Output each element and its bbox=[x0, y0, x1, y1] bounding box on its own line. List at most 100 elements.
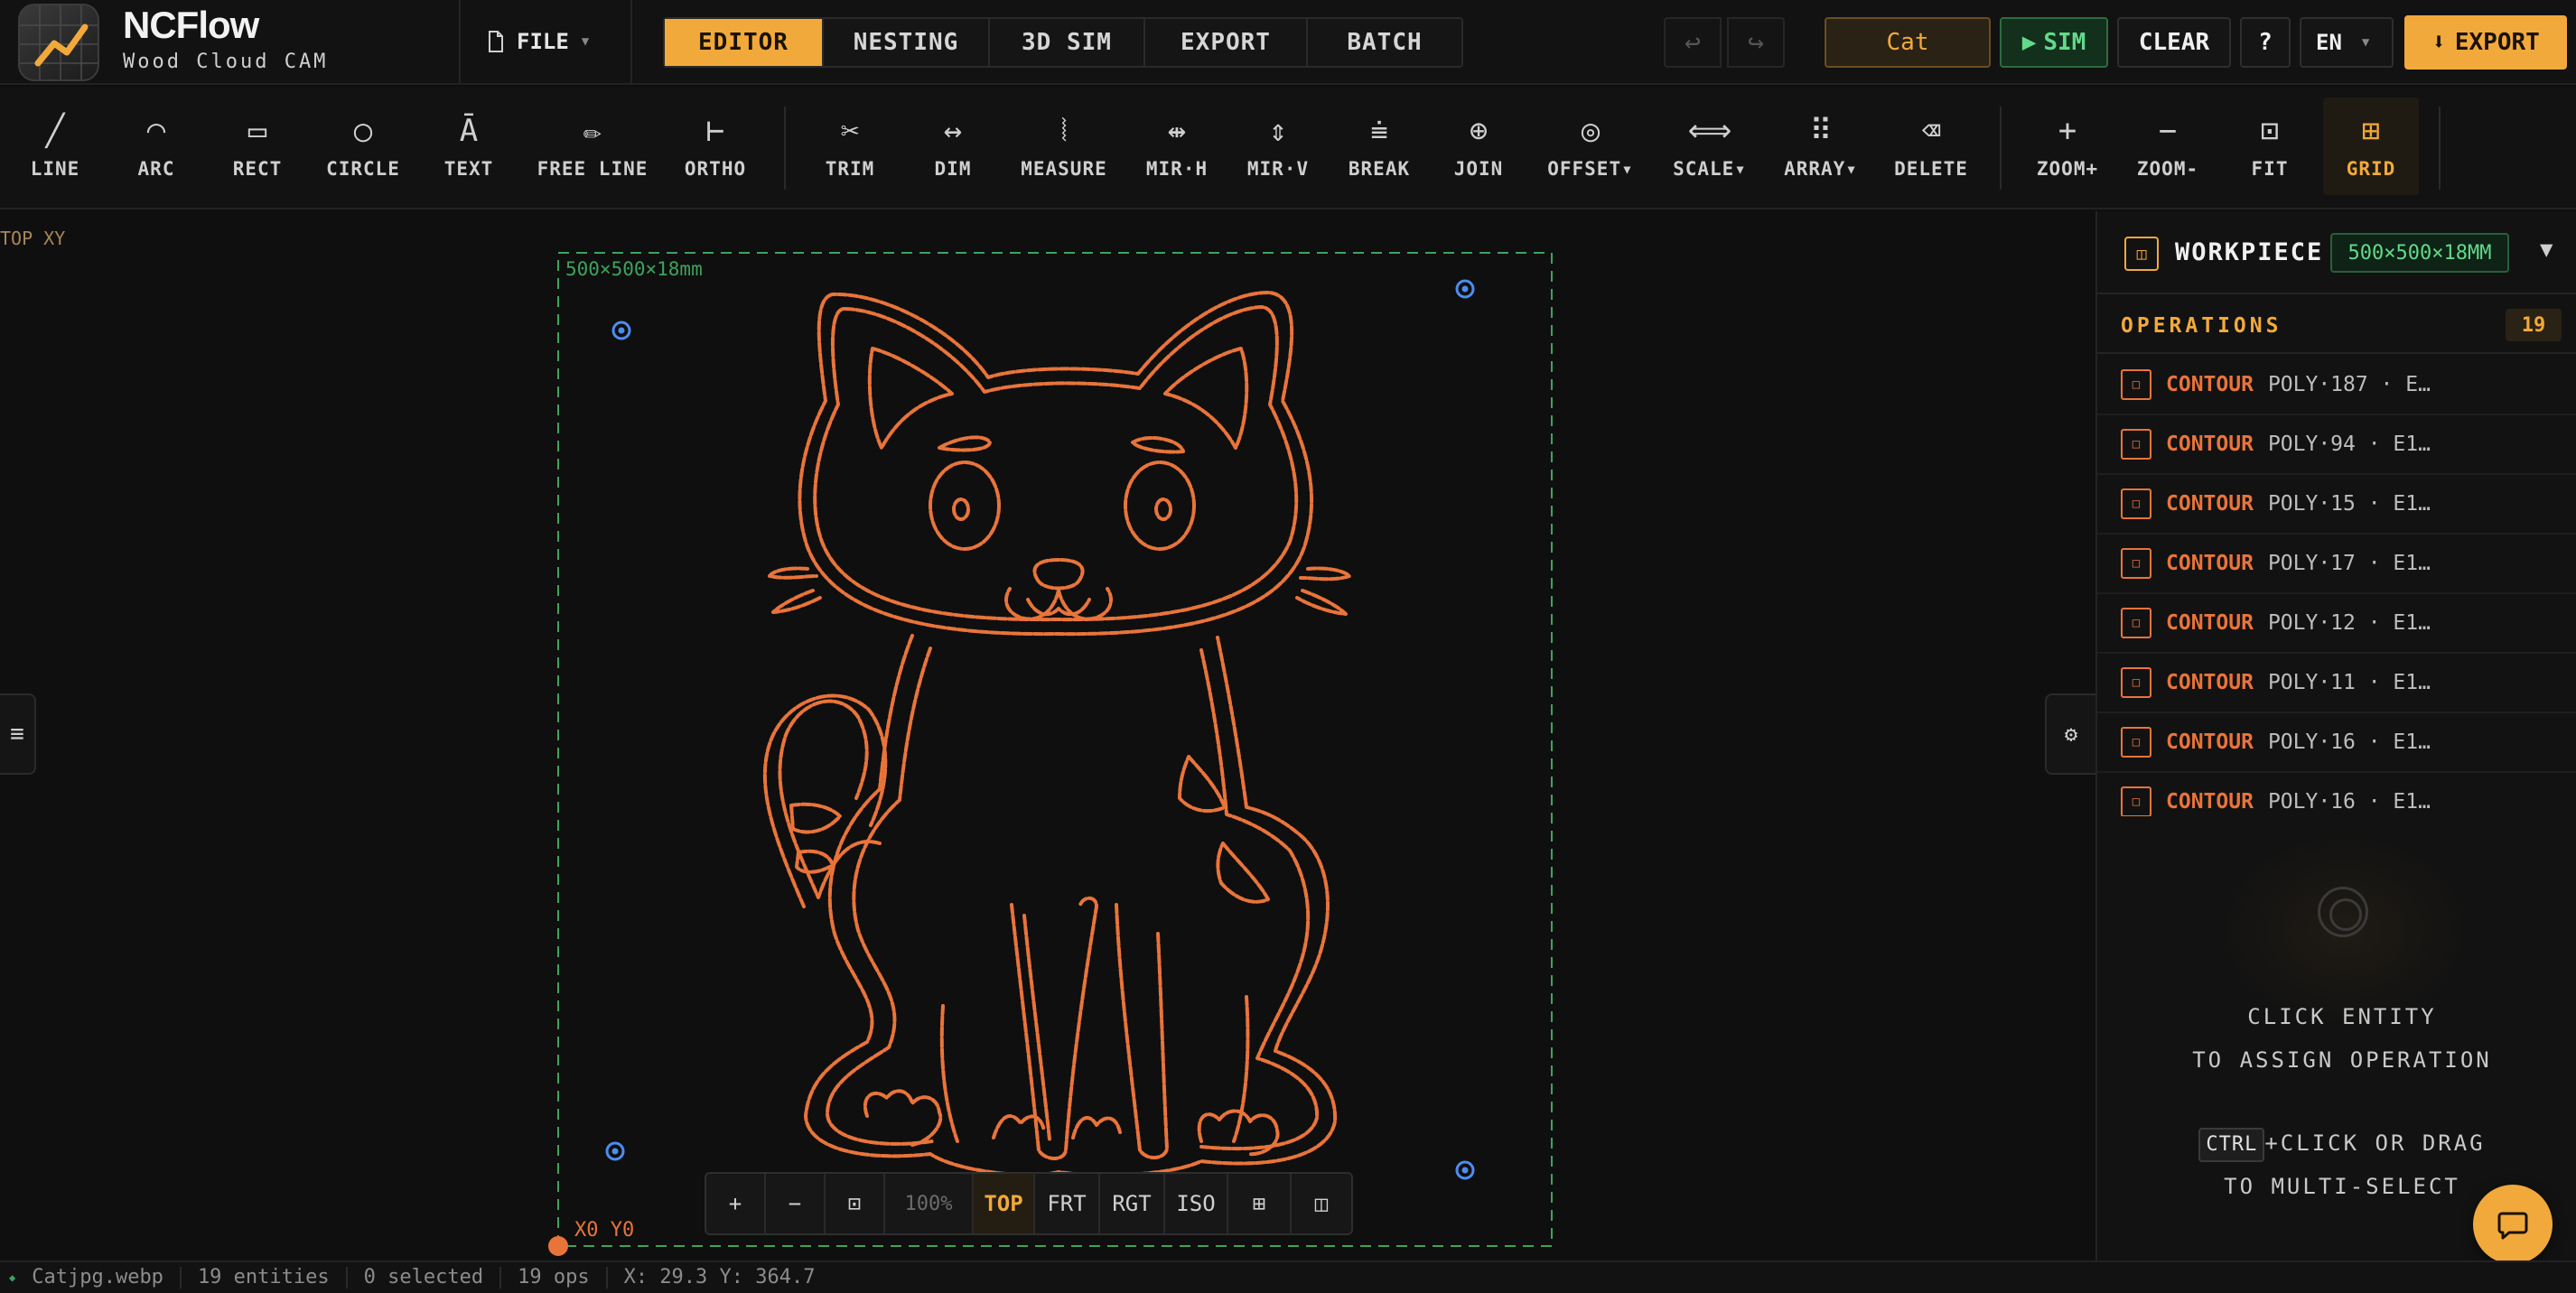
cat-contours bbox=[762, 291, 1351, 1177]
status-indicator-icon: ◆ bbox=[9, 1271, 16, 1284]
tool-dim[interactable]: ↔ DIM bbox=[916, 98, 990, 195]
tool-scale[interactable]: ⟺ SCALE▾ bbox=[1662, 98, 1758, 195]
tool-break[interactable]: ⩧ BREAK bbox=[1340, 98, 1418, 195]
chat-icon bbox=[2497, 1212, 2528, 1240]
contour-icon: □ bbox=[2121, 369, 2151, 400]
fit-icon: ⊡ bbox=[2260, 113, 2280, 149]
contour-icon: □ bbox=[2121, 786, 2151, 816]
tool-measure[interactable]: ⦚ MEASURE bbox=[1015, 98, 1113, 195]
right-panel-toggle[interactable]: ⚙ bbox=[2045, 693, 2095, 775]
tool-mirror-h[interactable]: ⇹ MIR·H bbox=[1138, 98, 1216, 195]
viewbar-zoom-out-button[interactable]: − bbox=[766, 1174, 826, 1233]
origin-marker bbox=[548, 1236, 568, 1256]
zoom-level: 100% bbox=[885, 1174, 974, 1233]
file-menu[interactable]: FILE ▼ bbox=[488, 23, 589, 60]
chevron-down-icon: ▼ bbox=[581, 34, 590, 49]
export-label: EXPORT bbox=[2454, 29, 2540, 56]
gear-icon: ⚙ bbox=[2064, 721, 2078, 747]
app-name: NCFlow bbox=[123, 4, 259, 46]
workpiece-size-badge: 500×500×18MM bbox=[2330, 233, 2509, 273]
tool-circle[interactable]: ○ CIRCLE bbox=[318, 98, 408, 195]
operation-item[interactable]: □ CONTOUR POLY·16 · E1… bbox=[2097, 773, 2576, 816]
drawing-canvas[interactable]: TOP XY 500×500×18mm X0 Y0 ≡ ⚙ + − ⊡ 100%… bbox=[0, 211, 2095, 1260]
tab-export[interactable]: EXPORT bbox=[1145, 19, 1308, 66]
view-top-button[interactable]: TOP bbox=[974, 1174, 1035, 1233]
operations-count-badge: 19 bbox=[2506, 309, 2562, 341]
tab-batch[interactable]: BATCH bbox=[1308, 19, 1461, 66]
clear-button[interactable]: CLEAR bbox=[2117, 17, 2231, 68]
join-icon: ⊕ bbox=[1469, 113, 1489, 149]
workpiece-dimensions-label: 500×500×18mm bbox=[565, 258, 703, 280]
tool-free-line[interactable]: ✏ FREE LINE bbox=[533, 98, 652, 195]
viewbar-fit-button[interactable]: ⊡ bbox=[826, 1174, 885, 1233]
tool-array[interactable]: ⠿ ARRAY▾ bbox=[1774, 98, 1868, 195]
tool-arc[interactable]: ◠ ARC bbox=[119, 98, 193, 195]
tool-rect[interactable]: ▭ RECT bbox=[220, 98, 294, 195]
canvas-drawing bbox=[548, 252, 1553, 1256]
tool-zoom-out[interactable]: − ZOOM- bbox=[2126, 98, 2209, 195]
project-name-field[interactable]: Cat bbox=[1825, 17, 1991, 68]
viewbar-panel-button[interactable]: ◫ bbox=[1292, 1174, 1351, 1233]
ctrl-key: CTRL bbox=[2198, 1128, 2265, 1162]
tool-fit[interactable]: ⊡ FIT bbox=[2233, 98, 2307, 195]
operations-header: OPERATIONS 19 bbox=[2097, 296, 2576, 354]
tool-ortho[interactable]: ⊢ ORTHO bbox=[674, 98, 757, 195]
export-button[interactable]: ⬇ EXPORT bbox=[2404, 15, 2567, 70]
tab-nesting[interactable]: NESTING bbox=[824, 19, 990, 66]
operation-item[interactable]: □ CONTOUR POLY·11 · E1… bbox=[2097, 654, 2576, 713]
workpiece-row[interactable]: ◫ WORKPIECE 500×500×18MM ▼ bbox=[2097, 211, 2576, 294]
offset-icon: ◎ bbox=[1581, 113, 1601, 149]
toolbar-divider bbox=[2439, 107, 2441, 190]
minus-icon: − bbox=[788, 1191, 802, 1216]
play-icon: ▶ bbox=[2021, 29, 2037, 56]
operation-item[interactable]: □ CONTOUR POLY·15 · E1… bbox=[2097, 475, 2576, 535]
contour-icon: □ bbox=[2121, 429, 2151, 460]
viewbar-grid-button[interactable]: ⊞ bbox=[1228, 1174, 1292, 1233]
operation-item[interactable]: □ CONTOUR POLY·16 · E1… bbox=[2097, 713, 2576, 773]
operation-item[interactable]: □ CONTOUR POLY·17 · E1… bbox=[2097, 535, 2576, 594]
help-button[interactable]: ? bbox=[2240, 17, 2291, 68]
arc-icon: ◠ bbox=[146, 113, 166, 149]
origin-label: X0 Y0 bbox=[574, 1219, 635, 1242]
tool-join[interactable]: ⊕ JOIN bbox=[1442, 98, 1516, 195]
tool-line[interactable]: ╱ LINE bbox=[18, 98, 92, 195]
tool-mirror-v[interactable]: ⇕ MIR·V bbox=[1239, 98, 1317, 195]
undo-button[interactable]: ↩ bbox=[1664, 17, 1722, 68]
tool-text[interactable]: Ā TEXT bbox=[430, 98, 508, 195]
collapse-toggle-icon[interactable]: ▼ bbox=[2540, 237, 2553, 262]
rectangle-icon: ▭ bbox=[247, 113, 267, 149]
view-iso-button[interactable]: ISO bbox=[1165, 1174, 1228, 1233]
operations-panel: ◫ WORKPIECE 500×500×18MM ▼ OPERATIONS 19… bbox=[2095, 211, 2576, 1260]
target-icon bbox=[2318, 887, 2368, 937]
redo-button[interactable]: ↪ bbox=[1727, 17, 1785, 68]
contour-icon: □ bbox=[2121, 667, 2151, 698]
download-icon: ⬇ bbox=[2431, 29, 2446, 56]
line-icon: ╱ bbox=[45, 113, 65, 149]
view-right-button[interactable]: RGT bbox=[1100, 1174, 1165, 1233]
chat-button[interactable] bbox=[2473, 1185, 2553, 1264]
split-panel-icon: ◫ bbox=[1314, 1191, 1329, 1216]
file-menu-label: FILE bbox=[517, 29, 569, 54]
tool-zoom-in[interactable]: + ZOOM+ bbox=[2025, 98, 2110, 195]
contour-icon: □ bbox=[2121, 727, 2151, 758]
file-icon bbox=[489, 31, 503, 52]
operation-item[interactable]: □ CONTOUR POLY·187 · E… bbox=[2097, 356, 2576, 415]
top-bar: NCFlow Wood Cloud CAM FILE ▼ EDITOR NEST… bbox=[0, 0, 2576, 85]
view-front-button[interactable]: FRT bbox=[1035, 1174, 1100, 1233]
sim-button[interactable]: ▶ SIM bbox=[2000, 17, 2108, 68]
tab-3d-sim[interactable]: 3D SIM bbox=[990, 19, 1145, 66]
mirror-vertical-icon: ⇕ bbox=[1268, 113, 1288, 149]
tool-grid[interactable]: ⊞ GRID bbox=[2323, 98, 2419, 195]
left-panel-toggle[interactable]: ≡ bbox=[0, 693, 36, 775]
app-subtitle: Wood Cloud CAM bbox=[123, 51, 329, 73]
sim-label: SIM bbox=[2043, 29, 2086, 56]
viewbar-zoom-in-button[interactable]: + bbox=[706, 1174, 766, 1233]
tool-trim[interactable]: ✂ TRIM bbox=[811, 98, 889, 195]
operation-item[interactable]: □ CONTOUR POLY·94 · E1… bbox=[2097, 415, 2576, 475]
tool-offset[interactable]: ◎ OFFSET▾ bbox=[1541, 98, 1640, 195]
tool-delete[interactable]: ⌫ DELETE bbox=[1884, 98, 1978, 195]
operation-item[interactable]: □ CONTOUR POLY·12 · E1… bbox=[2097, 594, 2576, 654]
toolbar-divider bbox=[784, 107, 786, 190]
tab-editor[interactable]: EDITOR bbox=[665, 19, 824, 66]
language-select[interactable]: EN ▼ bbox=[2300, 17, 2394, 68]
